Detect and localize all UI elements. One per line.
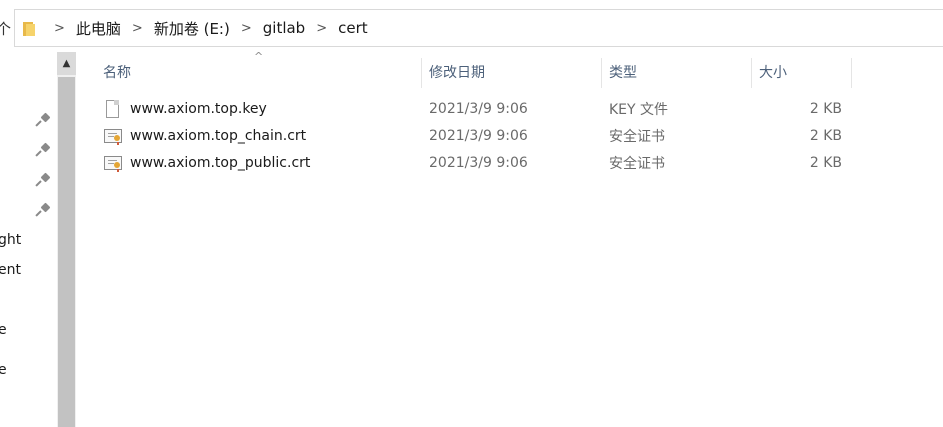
column-header-type[interactable]: 类型 [609, 52, 749, 92]
nav-scrollbar[interactable]: ▲ [57, 52, 76, 427]
up-arrow-icon[interactable]: 个 [0, 18, 11, 38]
file-size: 2 KB [809, 100, 842, 117]
nav-item-label[interactable]: ght [0, 232, 21, 248]
breadcrumb-this-pc[interactable]: 此电脑 [76, 18, 121, 39]
navigation-pane: ght ent e e [0, 52, 56, 427]
file-row[interactable]: www.axiom.top_chain.crt 2021/3/9 9:06 安全… [86, 122, 943, 149]
pin-icon[interactable] [35, 202, 51, 218]
file-name-cell[interactable]: www.axiom.top_public.crt [104, 149, 310, 176]
column-header-date[interactable]: 修改日期 [429, 52, 601, 92]
pin-icon[interactable] [35, 172, 51, 188]
pin-icon[interactable] [35, 112, 51, 128]
file-explorer-window: 个 > 此电脑 > 新加卷 (E:) > gitlab > cert ght e… [0, 0, 943, 427]
column-divider[interactable] [601, 58, 602, 88]
chevron-right-icon[interactable]: > [316, 21, 327, 36]
scroll-up-icon[interactable]: ▲ [57, 52, 76, 75]
file-type: 安全证书 [609, 155, 665, 172]
column-divider[interactable] [751, 58, 752, 88]
address-bar[interactable]: > 此电脑 > 新加卷 (E:) > gitlab > cert [14, 9, 943, 47]
column-divider[interactable] [851, 58, 852, 88]
file-name: www.axiom.top_chain.crt [130, 127, 307, 144]
certificate-icon [104, 153, 122, 173]
nav-item-label[interactable]: ent [0, 262, 21, 278]
file-name: www.axiom.top_public.crt [130, 154, 311, 171]
column-divider[interactable] [421, 58, 422, 88]
file-date: 2021/3/9 9:06 [429, 154, 528, 171]
column-header-name[interactable]: 名称 [103, 52, 421, 92]
file-date: 2021/3/9 9:06 [429, 127, 528, 144]
certificate-icon [104, 126, 122, 146]
file-date: 2021/3/9 9:06 [429, 100, 528, 117]
scrollbar-thumb[interactable] [58, 77, 75, 427]
file-size: 2 KB [809, 154, 842, 171]
chevron-right-icon[interactable]: > [241, 21, 252, 36]
file-type: 安全证书 [609, 128, 665, 145]
document-icon [104, 99, 120, 119]
file-name-cell[interactable]: www.axiom.top.key [104, 95, 267, 122]
file-size: 2 KB [809, 127, 842, 144]
column-header-row: ^ 名称 修改日期 类型 大小 [86, 50, 943, 92]
column-header-size[interactable]: 大小 [759, 52, 849, 92]
file-row[interactable]: www.axiom.top_public.crt 2021/3/9 9:06 安… [86, 149, 943, 176]
file-name: www.axiom.top.key [130, 100, 267, 117]
breadcrumb-gitlab[interactable]: gitlab [263, 19, 305, 37]
file-name-cell[interactable]: www.axiom.top_chain.crt [104, 122, 306, 149]
pin-icon[interactable] [35, 142, 51, 158]
nav-item-label[interactable]: e [0, 322, 7, 338]
file-list: www.axiom.top.key 2021/3/9 9:06 KEY 文件 2… [86, 95, 943, 176]
breadcrumb-drive-e[interactable]: 新加卷 (E:) [154, 18, 230, 39]
chevron-right-icon[interactable]: > [54, 21, 65, 36]
folder-icon [23, 20, 37, 36]
chevron-right-icon[interactable]: > [132, 21, 143, 36]
breadcrumb-cert[interactable]: cert [338, 19, 368, 37]
file-row[interactable]: www.axiom.top.key 2021/3/9 9:06 KEY 文件 2… [86, 95, 943, 122]
file-type: KEY 文件 [609, 101, 669, 118]
nav-item-label[interactable]: e [0, 362, 7, 378]
